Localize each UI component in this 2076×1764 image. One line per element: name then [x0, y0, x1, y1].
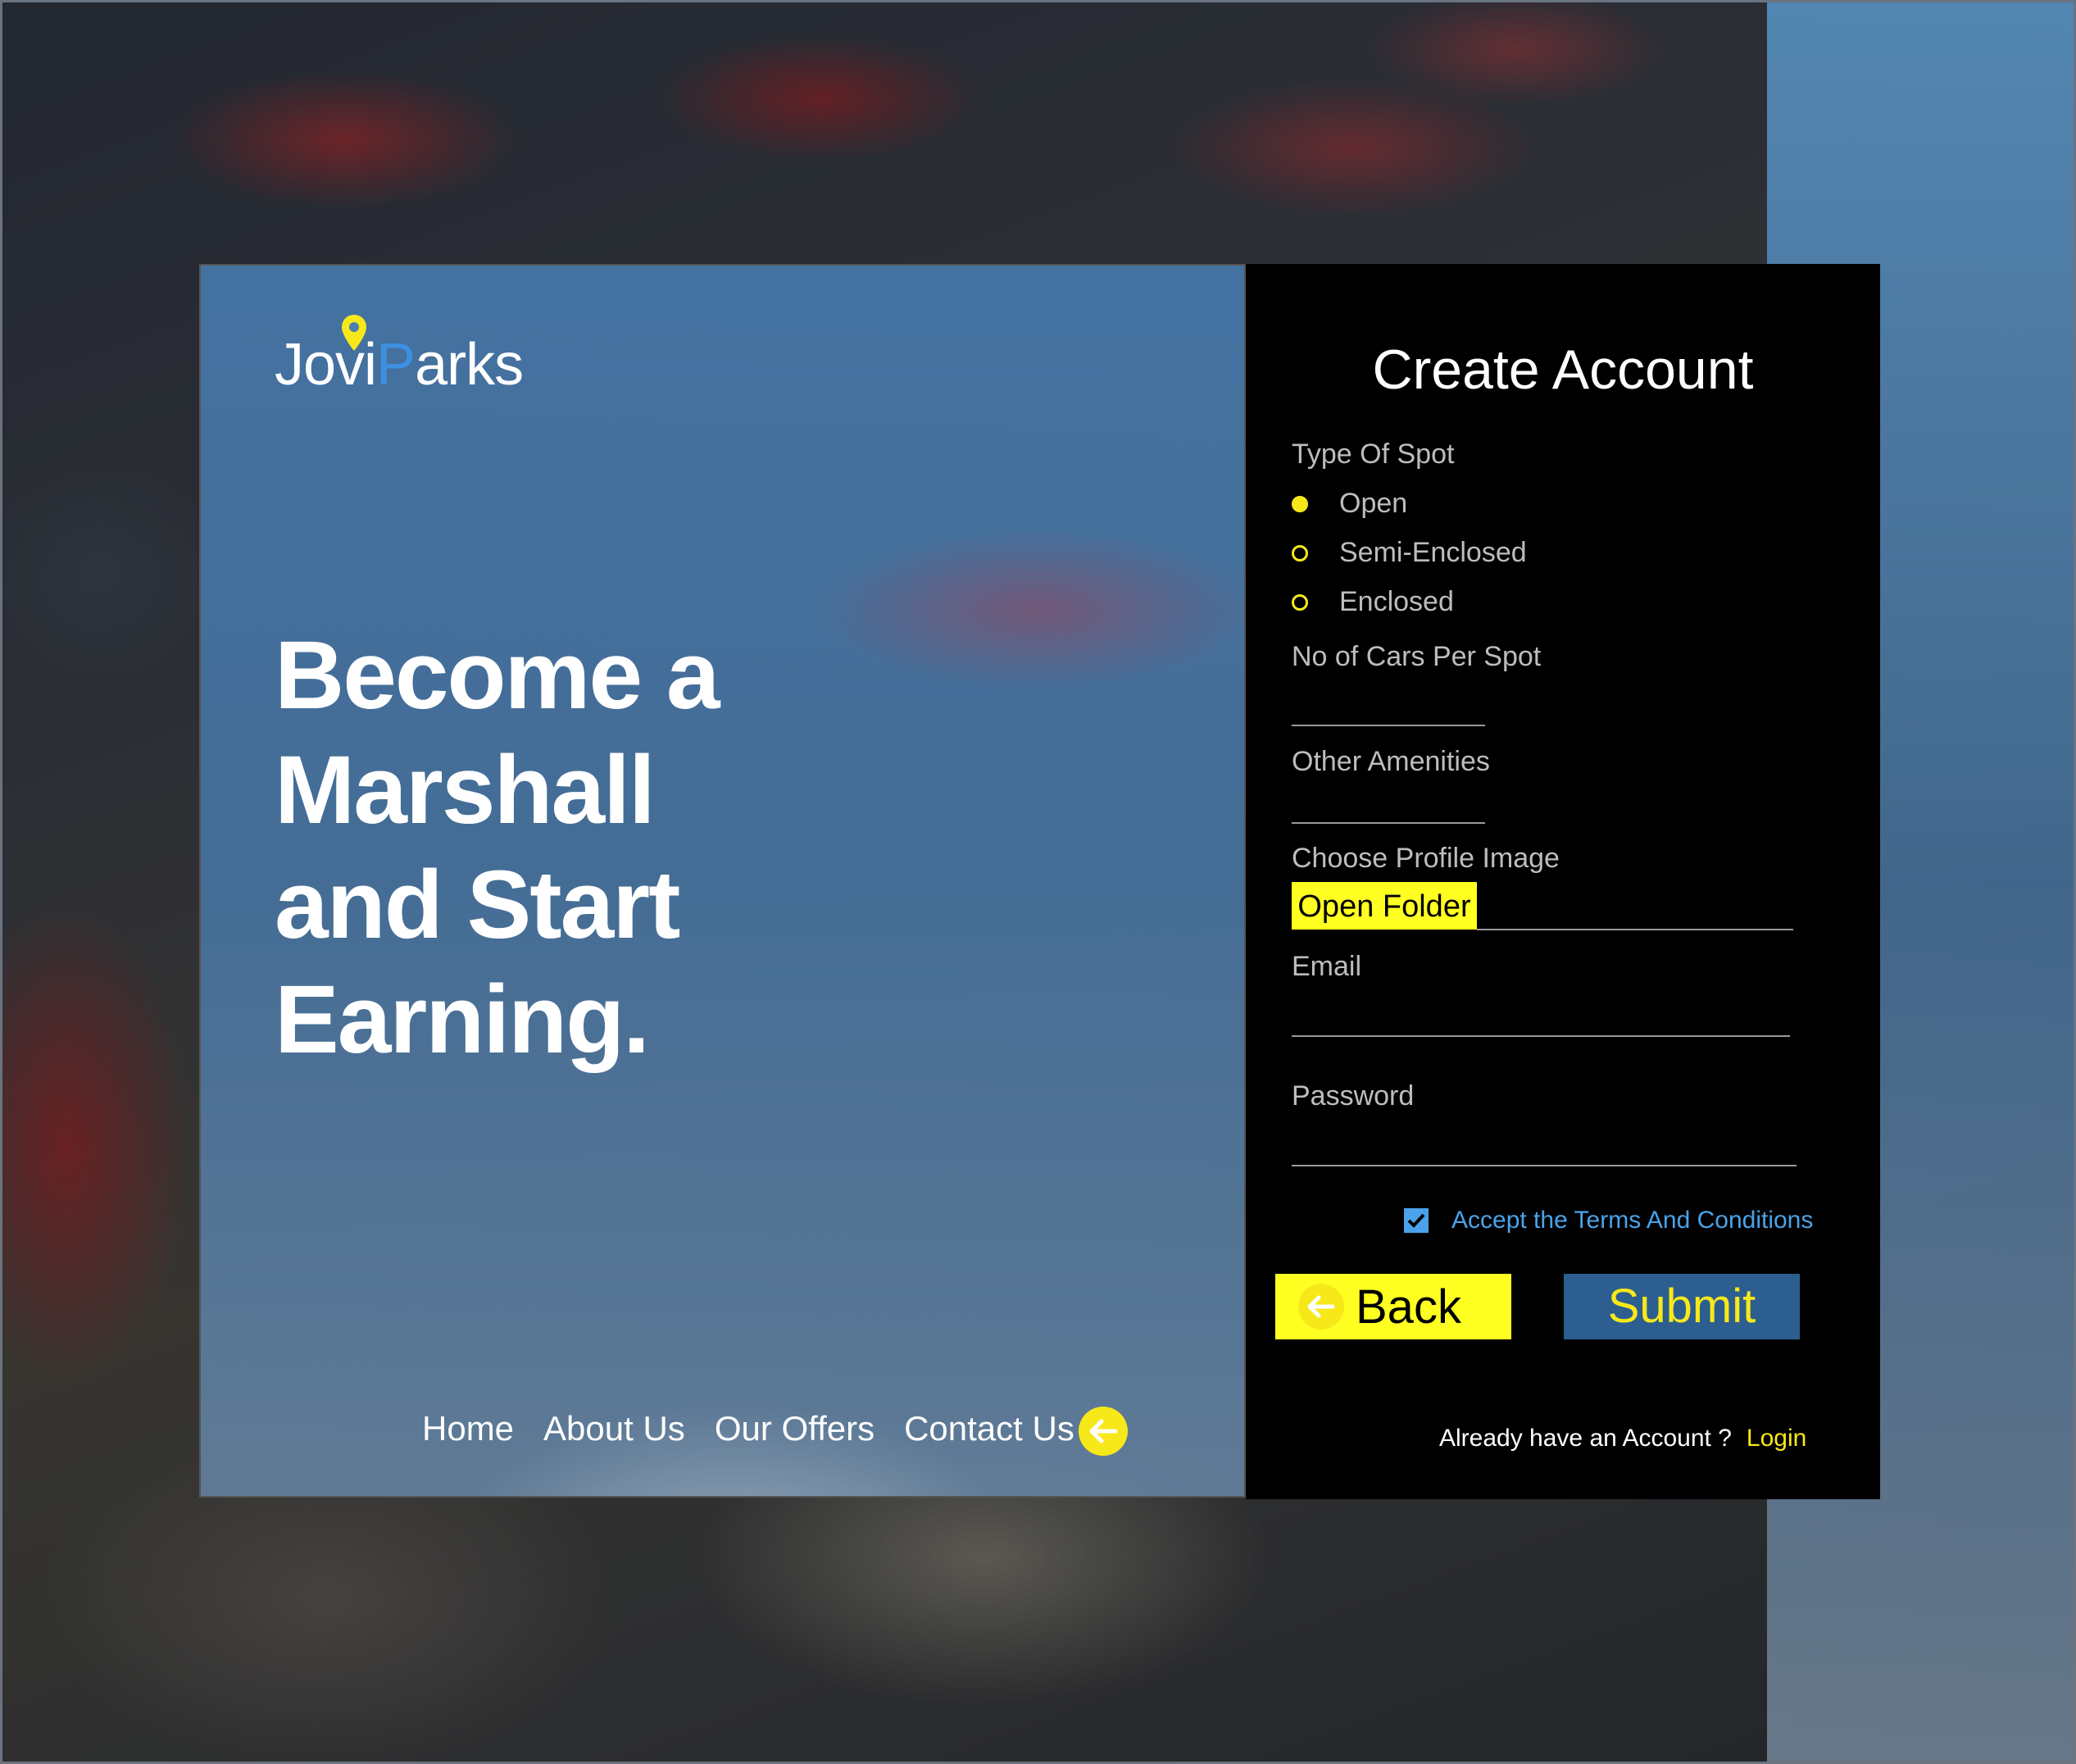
radio-button-selected[interactable]	[1292, 495, 1308, 512]
arrow-left-button[interactable]	[1079, 1407, 1128, 1456]
logo-text-suffix: arks	[415, 332, 524, 398]
brand-logo[interactable]: Jovi Parks	[275, 315, 524, 398]
open-folder-button[interactable]: Open Folder	[1292, 882, 1477, 930]
arrow-left-icon	[1089, 1419, 1118, 1443]
radio-option-enclosed[interactable]: Enclosed	[1292, 586, 1454, 618]
back-button[interactable]: Back	[1275, 1274, 1511, 1339]
other-amenities-input[interactable]	[1292, 822, 1485, 824]
terms-checkbox[interactable]	[1404, 1208, 1429, 1233]
nav-link-about-us[interactable]: About Us	[543, 1409, 685, 1448]
back-button-label: Back	[1356, 1280, 1461, 1334]
other-amenities-label: Other Amenities	[1292, 746, 1490, 777]
terms-label[interactable]: Accept the Terms And Conditions	[1451, 1207, 1813, 1234]
form-title: Create Account	[1372, 339, 1754, 401]
create-account-form: Create Account Type Of Spot Open Semi-En…	[1246, 264, 1880, 1499]
hero-headline-line1: Become a Marshall	[275, 621, 720, 844]
radio-option-semi-enclosed[interactable]: Semi-Enclosed	[1292, 537, 1527, 569]
hero-headline: Become a Marshall and Start Earning.	[275, 618, 1012, 1077]
type-of-spot-label: Type Of Spot	[1292, 439, 1455, 470]
nav-link-our-offers[interactable]: Our Offers	[715, 1409, 874, 1448]
password-input[interactable]	[1292, 1165, 1797, 1166]
already-have-account-text: Already have an Account ?	[1439, 1425, 1732, 1452]
terms-row[interactable]: Accept the Terms And Conditions	[1404, 1207, 1813, 1234]
login-link[interactable]: Login	[1747, 1425, 1806, 1452]
profile-image-label: Choose Profile Image	[1292, 843, 1560, 874]
submit-button[interactable]: Submit	[1564, 1274, 1800, 1339]
checkmark-icon	[1407, 1213, 1425, 1228]
radio-button[interactable]	[1292, 593, 1308, 611]
nav-link-contact-us[interactable]: Contact Us	[904, 1409, 1074, 1448]
cars-per-spot-label: No of Cars Per Spot	[1292, 641, 1542, 672]
radio-button[interactable]	[1292, 544, 1308, 561]
login-prompt: Already have an Account ? Login	[1439, 1425, 1806, 1453]
cars-per-spot-input[interactable]	[1292, 725, 1485, 726]
email-input[interactable]	[1292, 1035, 1790, 1037]
location-pin-icon	[342, 315, 366, 351]
radio-label-semi-enclosed: Semi-Enclosed	[1339, 537, 1527, 568]
arrow-left-icon	[1298, 1284, 1344, 1330]
radio-option-open[interactable]: Open	[1292, 488, 1407, 520]
radio-label-enclosed: Enclosed	[1339, 586, 1454, 617]
hero-panel: Jovi Parks Become a Marshall and Start Ea…	[199, 264, 1246, 1498]
nav-link-home[interactable]: Home	[422, 1409, 514, 1448]
hero-headline-line2: and Start Earning.	[275, 851, 680, 1074]
email-label: Email	[1292, 951, 1362, 982]
profile-image-path-field	[1477, 929, 1793, 930]
logo-text-p: P	[376, 332, 416, 398]
radio-label-open: Open	[1339, 488, 1408, 519]
password-label: Password	[1292, 1080, 1415, 1112]
footer-nav: Home About Us Our Offers Contact Us	[422, 1409, 1104, 1448]
